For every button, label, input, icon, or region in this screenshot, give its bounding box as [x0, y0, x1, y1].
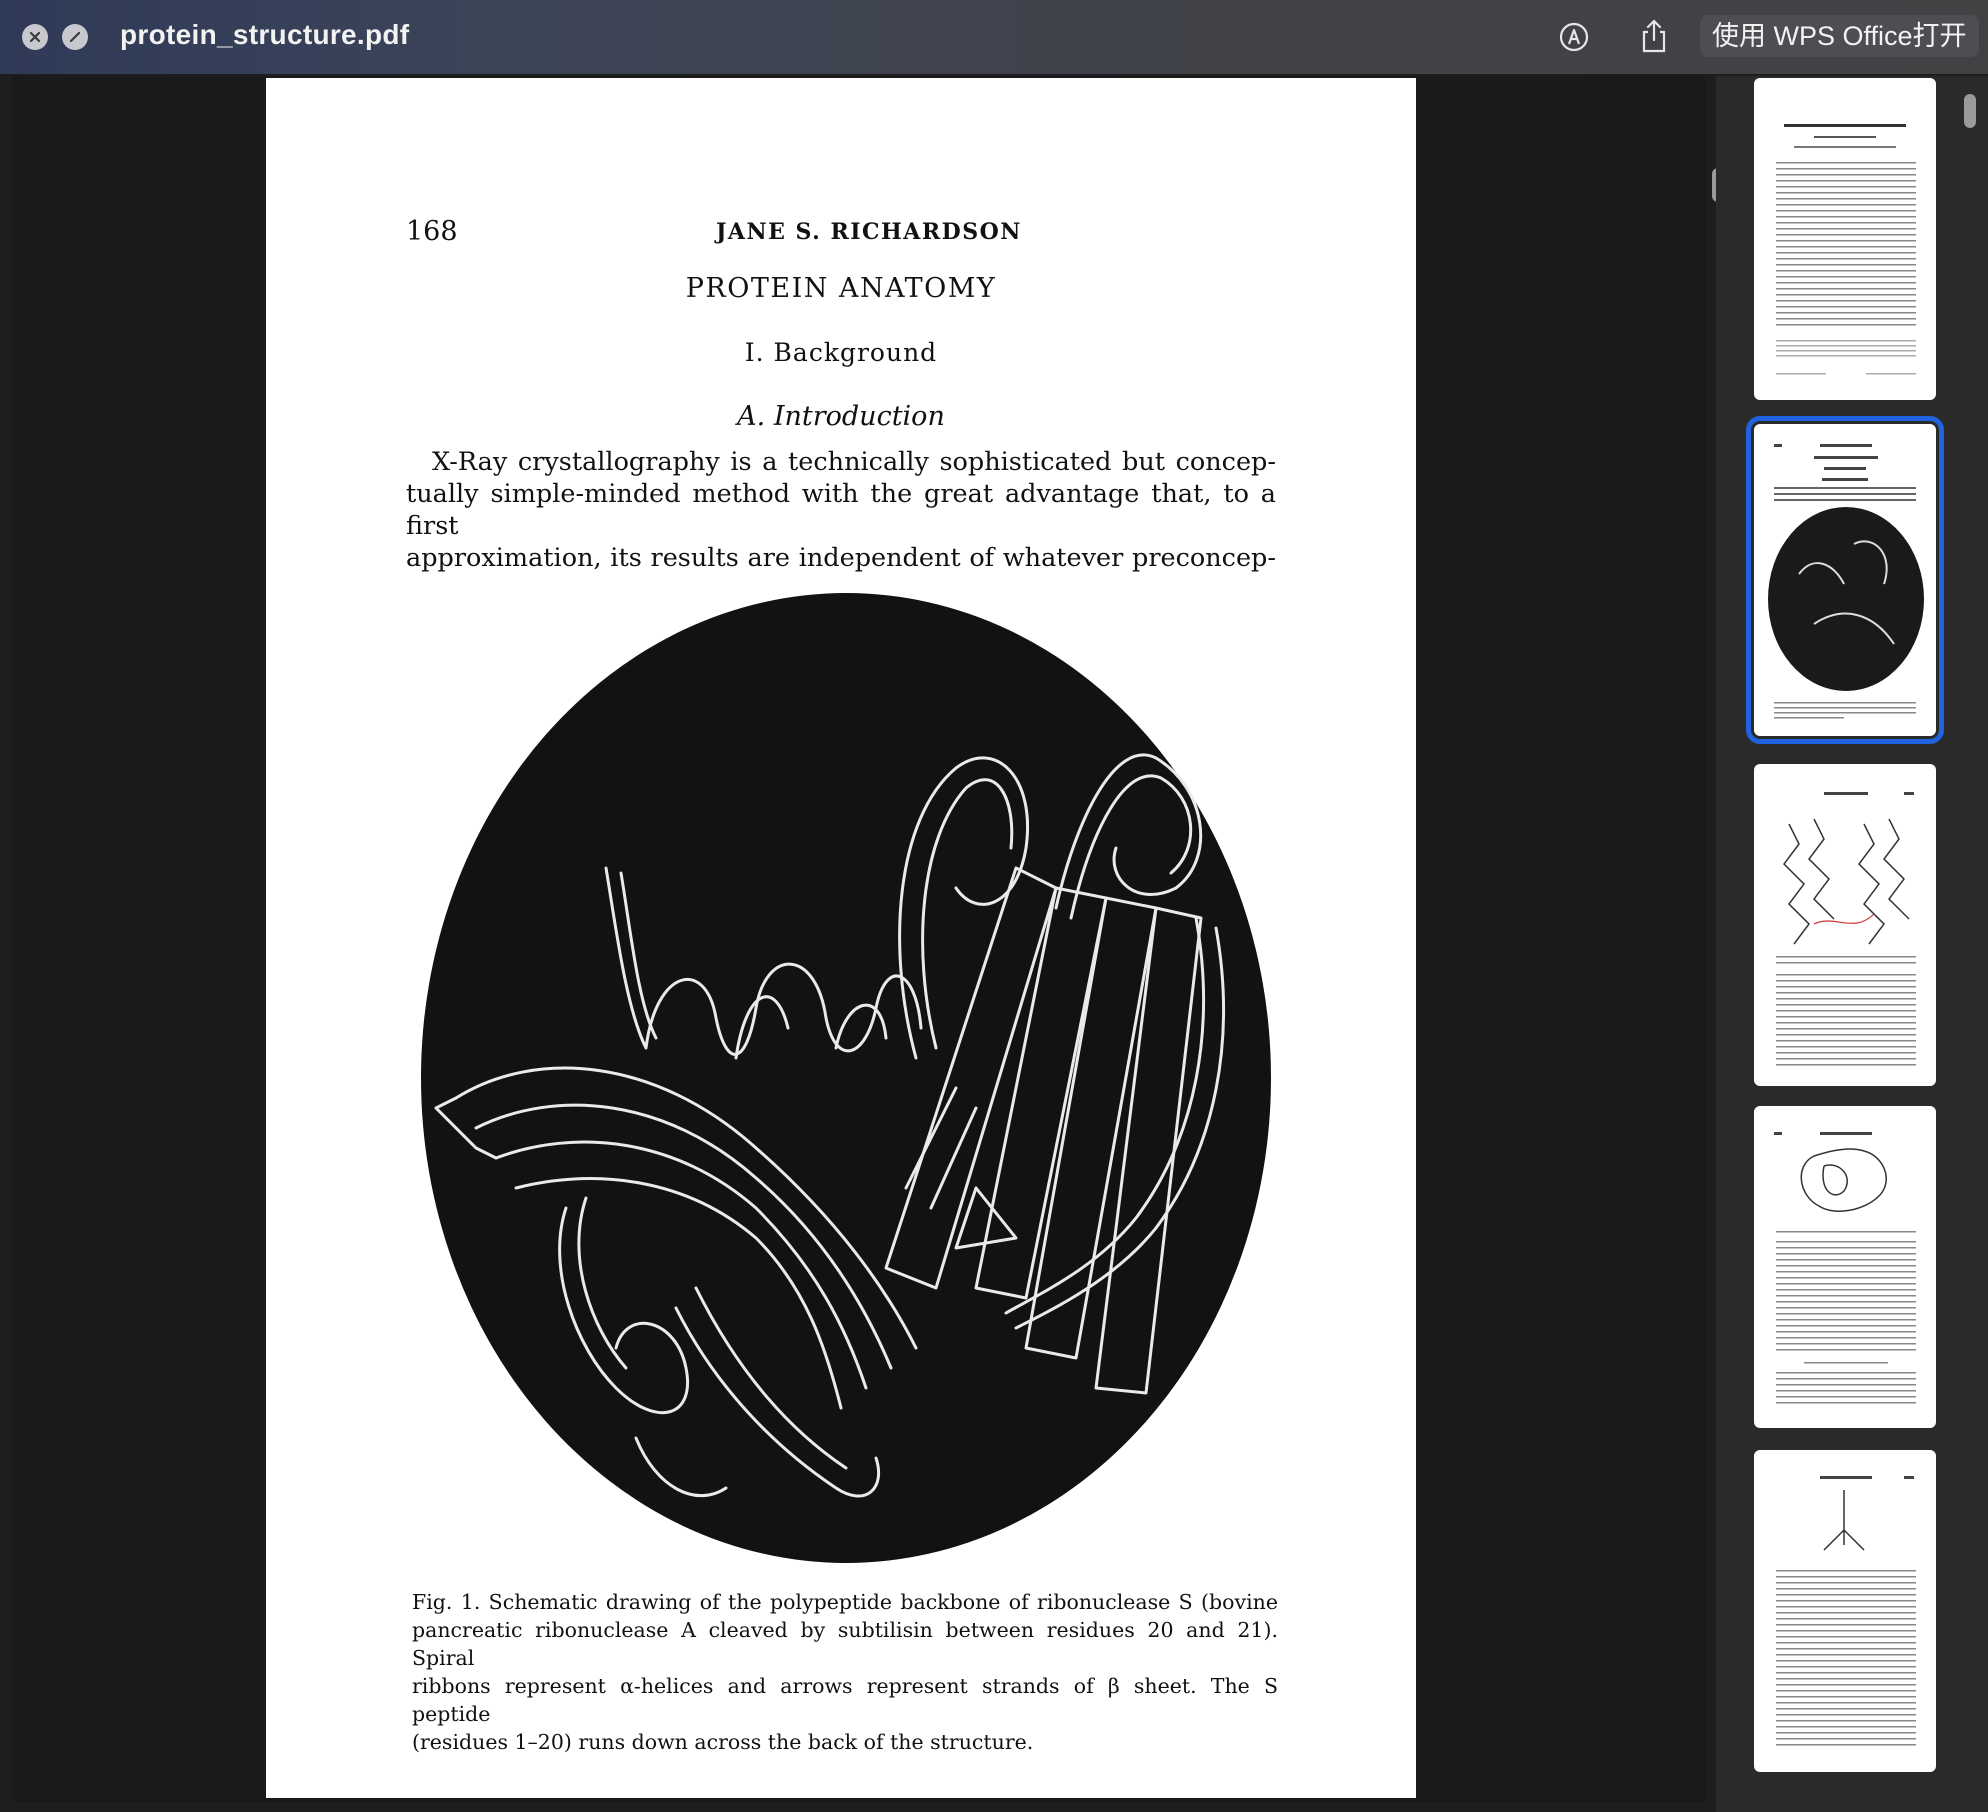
running-head: JANE S. RICHARDSON: [716, 219, 1022, 245]
thumbnail-preview: [1774, 1132, 1916, 1404]
page-thumbnail-4[interactable]: [1754, 1106, 1936, 1428]
document-viewer[interactable]: 168 JANE S. RICHARDSON PROTEIN ANATOMY I…: [12, 76, 1724, 1802]
section-heading: I. Background: [744, 338, 938, 367]
close-icon: [29, 31, 41, 43]
thumbnail-preview: [1776, 124, 1916, 375]
page-thumbnail-5[interactable]: [1754, 1450, 1936, 1772]
caption-line: ribbons represent α-helices and arrows r…: [412, 1674, 1278, 1726]
page-number: 168: [406, 216, 458, 247]
body-line: approximation, its results are independe…: [406, 543, 1276, 573]
caption-line: Fig. 1. Schematic drawing of the polypep…: [412, 1590, 1278, 1614]
caption-line: pancreatic ribonuclease A cleaved by sub…: [412, 1618, 1278, 1670]
open-with-wps-button[interactable]: 使用 WPS Office打开: [1700, 15, 1979, 57]
ribbon-figure: [421, 593, 1271, 1563]
thumbnail-preview: [1768, 444, 1924, 719]
caption-line: (residues 1–20) runs down across the bac…: [412, 1730, 1034, 1754]
page-thumbnail-3[interactable]: [1754, 764, 1936, 1086]
page-thumbnail-1[interactable]: [1754, 78, 1936, 400]
rotate-icon: [69, 31, 81, 43]
thumbnail-preview: [1776, 1476, 1916, 1746]
body-line: X-Ray crystallography is a technically s…: [432, 447, 1276, 477]
body-line: tually simple-minded method with the gre…: [406, 479, 1276, 541]
share-icon[interactable]: [1638, 18, 1670, 54]
markup-icon[interactable]: [1558, 21, 1590, 53]
pdf-page: 168 JANE S. RICHARDSON PROTEIN ANATOMY I…: [266, 78, 1416, 1798]
title-bar: protein_structure.pdf 使用 WPS Office打开: [0, 0, 1988, 74]
close-button[interactable]: [22, 24, 48, 50]
page-thumbnail-2[interactable]: [1746, 416, 1944, 744]
thumbnail-sidebar: [1716, 76, 1988, 1812]
figure-caption: Fig. 1. Schematic drawing of the polypep…: [412, 1588, 1278, 1756]
sidebar-scrollbar[interactable]: [1964, 94, 1976, 128]
thumbnail-preview: [1776, 792, 1916, 1066]
page-heading: PROTEIN ANATOMY: [685, 273, 997, 304]
document-title: protein_structure.pdf: [120, 19, 410, 50]
rotate-button[interactable]: [62, 24, 88, 50]
body-text: X-Ray crystallography is a technically s…: [406, 446, 1276, 574]
subsection-heading: A. Introduction: [737, 401, 945, 432]
